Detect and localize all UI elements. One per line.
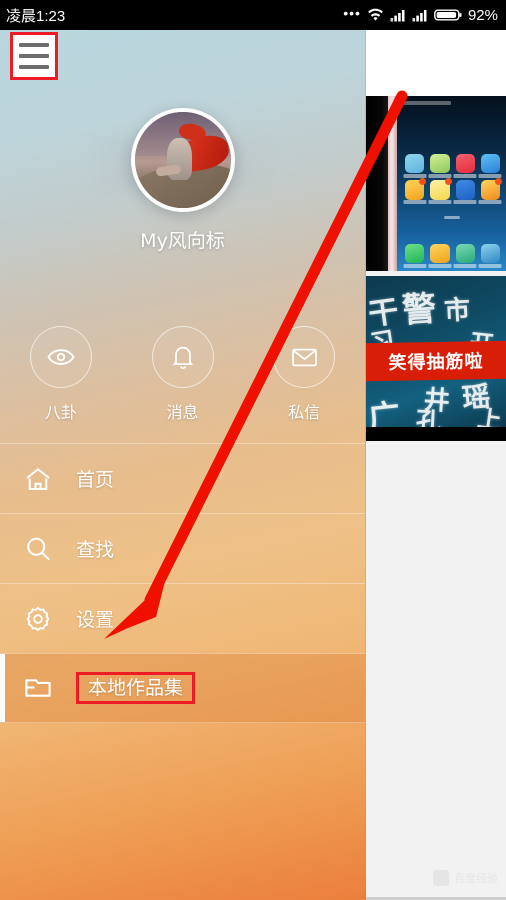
app-icon: [403, 243, 427, 268]
phone-edge: [388, 96, 397, 271]
battery-icon: [434, 9, 462, 21]
app-icon: [428, 178, 452, 205]
joke-video-thumbnail[interactable]: 干 警 市 习 开 笑得抽筋啦 井 瑶 广 孔 上: [366, 276, 506, 441]
chalk-char: 警: [400, 288, 438, 332]
status-icons: ••• 92%: [343, 6, 498, 24]
app-icon-grid: [403, 154, 502, 205]
watermark: 百度经验: [433, 870, 498, 886]
thumbnail-image: [366, 96, 506, 271]
menu-item-label: 首页: [76, 469, 115, 491]
hamburger-menu-button[interactable]: [10, 32, 58, 80]
menu-item-label: 设置: [76, 609, 115, 631]
battery-percent: 92%: [467, 6, 498, 24]
quick-action-messages[interactable]: 消息: [122, 326, 244, 423]
phone-statusbar-blur: [403, 101, 451, 105]
watermark-text: 百度经验: [454, 873, 498, 885]
app-icon: [453, 154, 477, 179]
signal-bars-icon: [412, 9, 427, 21]
app-icon: [478, 154, 502, 179]
thumbnail-image: 干 警 市 习 开 笑得抽筋啦 井 瑶 广 孔 上: [366, 276, 506, 441]
navigation-drawer: My风向标 八卦 消息 私信 首页 查找 设置 本地作品集: [0, 30, 366, 900]
quick-action-direct-message[interactable]: 私信: [243, 326, 365, 423]
content-panel: 干 警 市 习 开 笑得抽筋啦 井 瑶 广 孔 上 百度经验: [366, 30, 506, 900]
phone-bezel: [366, 96, 388, 271]
gear-icon: [0, 604, 76, 634]
app-icon: [428, 243, 452, 268]
search-icon: [0, 534, 76, 564]
app-icon: [478, 178, 502, 205]
eye-icon: [29, 326, 92, 388]
quick-action-gossip[interactable]: 八卦: [0, 326, 122, 423]
hamburger-line: [19, 65, 49, 69]
menu-item-search[interactable]: 查找: [0, 513, 365, 583]
dock-icon-grid: [403, 243, 502, 268]
page-indicator: [443, 216, 460, 219]
menu-item-label: 本地作品集: [76, 671, 196, 705]
phone-screen: 干 警 市 习 开 笑得抽筋啦 井 瑶 广 孔 上 百度经验: [0, 0, 506, 900]
quick-action-label: 私信: [288, 403, 321, 422]
quick-action-label: 八卦: [44, 403, 77, 422]
avatar-image: [134, 112, 231, 208]
quick-actions: 八卦 消息 私信: [0, 326, 365, 423]
status-bar: 凌晨1:23 ••• 92%: [0, 0, 506, 30]
home-icon: [0, 464, 76, 494]
app-icon: [428, 154, 452, 179]
drawer-menu: 首页 查找 设置 本地作品集: [0, 443, 365, 723]
menu-item-home[interactable]: 首页: [0, 443, 365, 513]
hamburger-line: [19, 54, 49, 58]
thumbnail-bottom-bar: [366, 427, 506, 441]
video-banner-text: 笑得抽筋啦: [388, 351, 484, 374]
signal-bars-icon: [390, 9, 405, 21]
hamburger-line: [19, 43, 49, 47]
app-icon: [453, 180, 477, 205]
bell-icon: [151, 326, 214, 388]
app-icon: [403, 154, 427, 179]
app-icon: [478, 243, 502, 268]
chalk-char: 市: [443, 295, 471, 327]
username-label: My风向标: [140, 230, 225, 252]
phone-homescreen-thumbnail[interactable]: [366, 96, 506, 271]
menu-item-local-collection[interactable]: 本地作品集: [0, 653, 365, 723]
user-avatar[interactable]: [130, 108, 235, 212]
wifi-icon: [368, 8, 383, 21]
menu-item-label: 查找: [76, 539, 115, 561]
app-icon: [403, 178, 427, 205]
folder-icon: [0, 672, 76, 704]
quick-action-label: 消息: [166, 403, 199, 422]
more-dots-icon: •••: [343, 5, 361, 21]
app-topbar: [366, 30, 506, 96]
phone-display: [397, 96, 506, 271]
app-icon: [453, 243, 477, 268]
status-time: 凌晨1:23: [6, 7, 66, 25]
envelope-icon: [273, 326, 336, 388]
paw-logo-icon: [433, 870, 449, 886]
menu-item-settings[interactable]: 设置: [0, 583, 365, 653]
